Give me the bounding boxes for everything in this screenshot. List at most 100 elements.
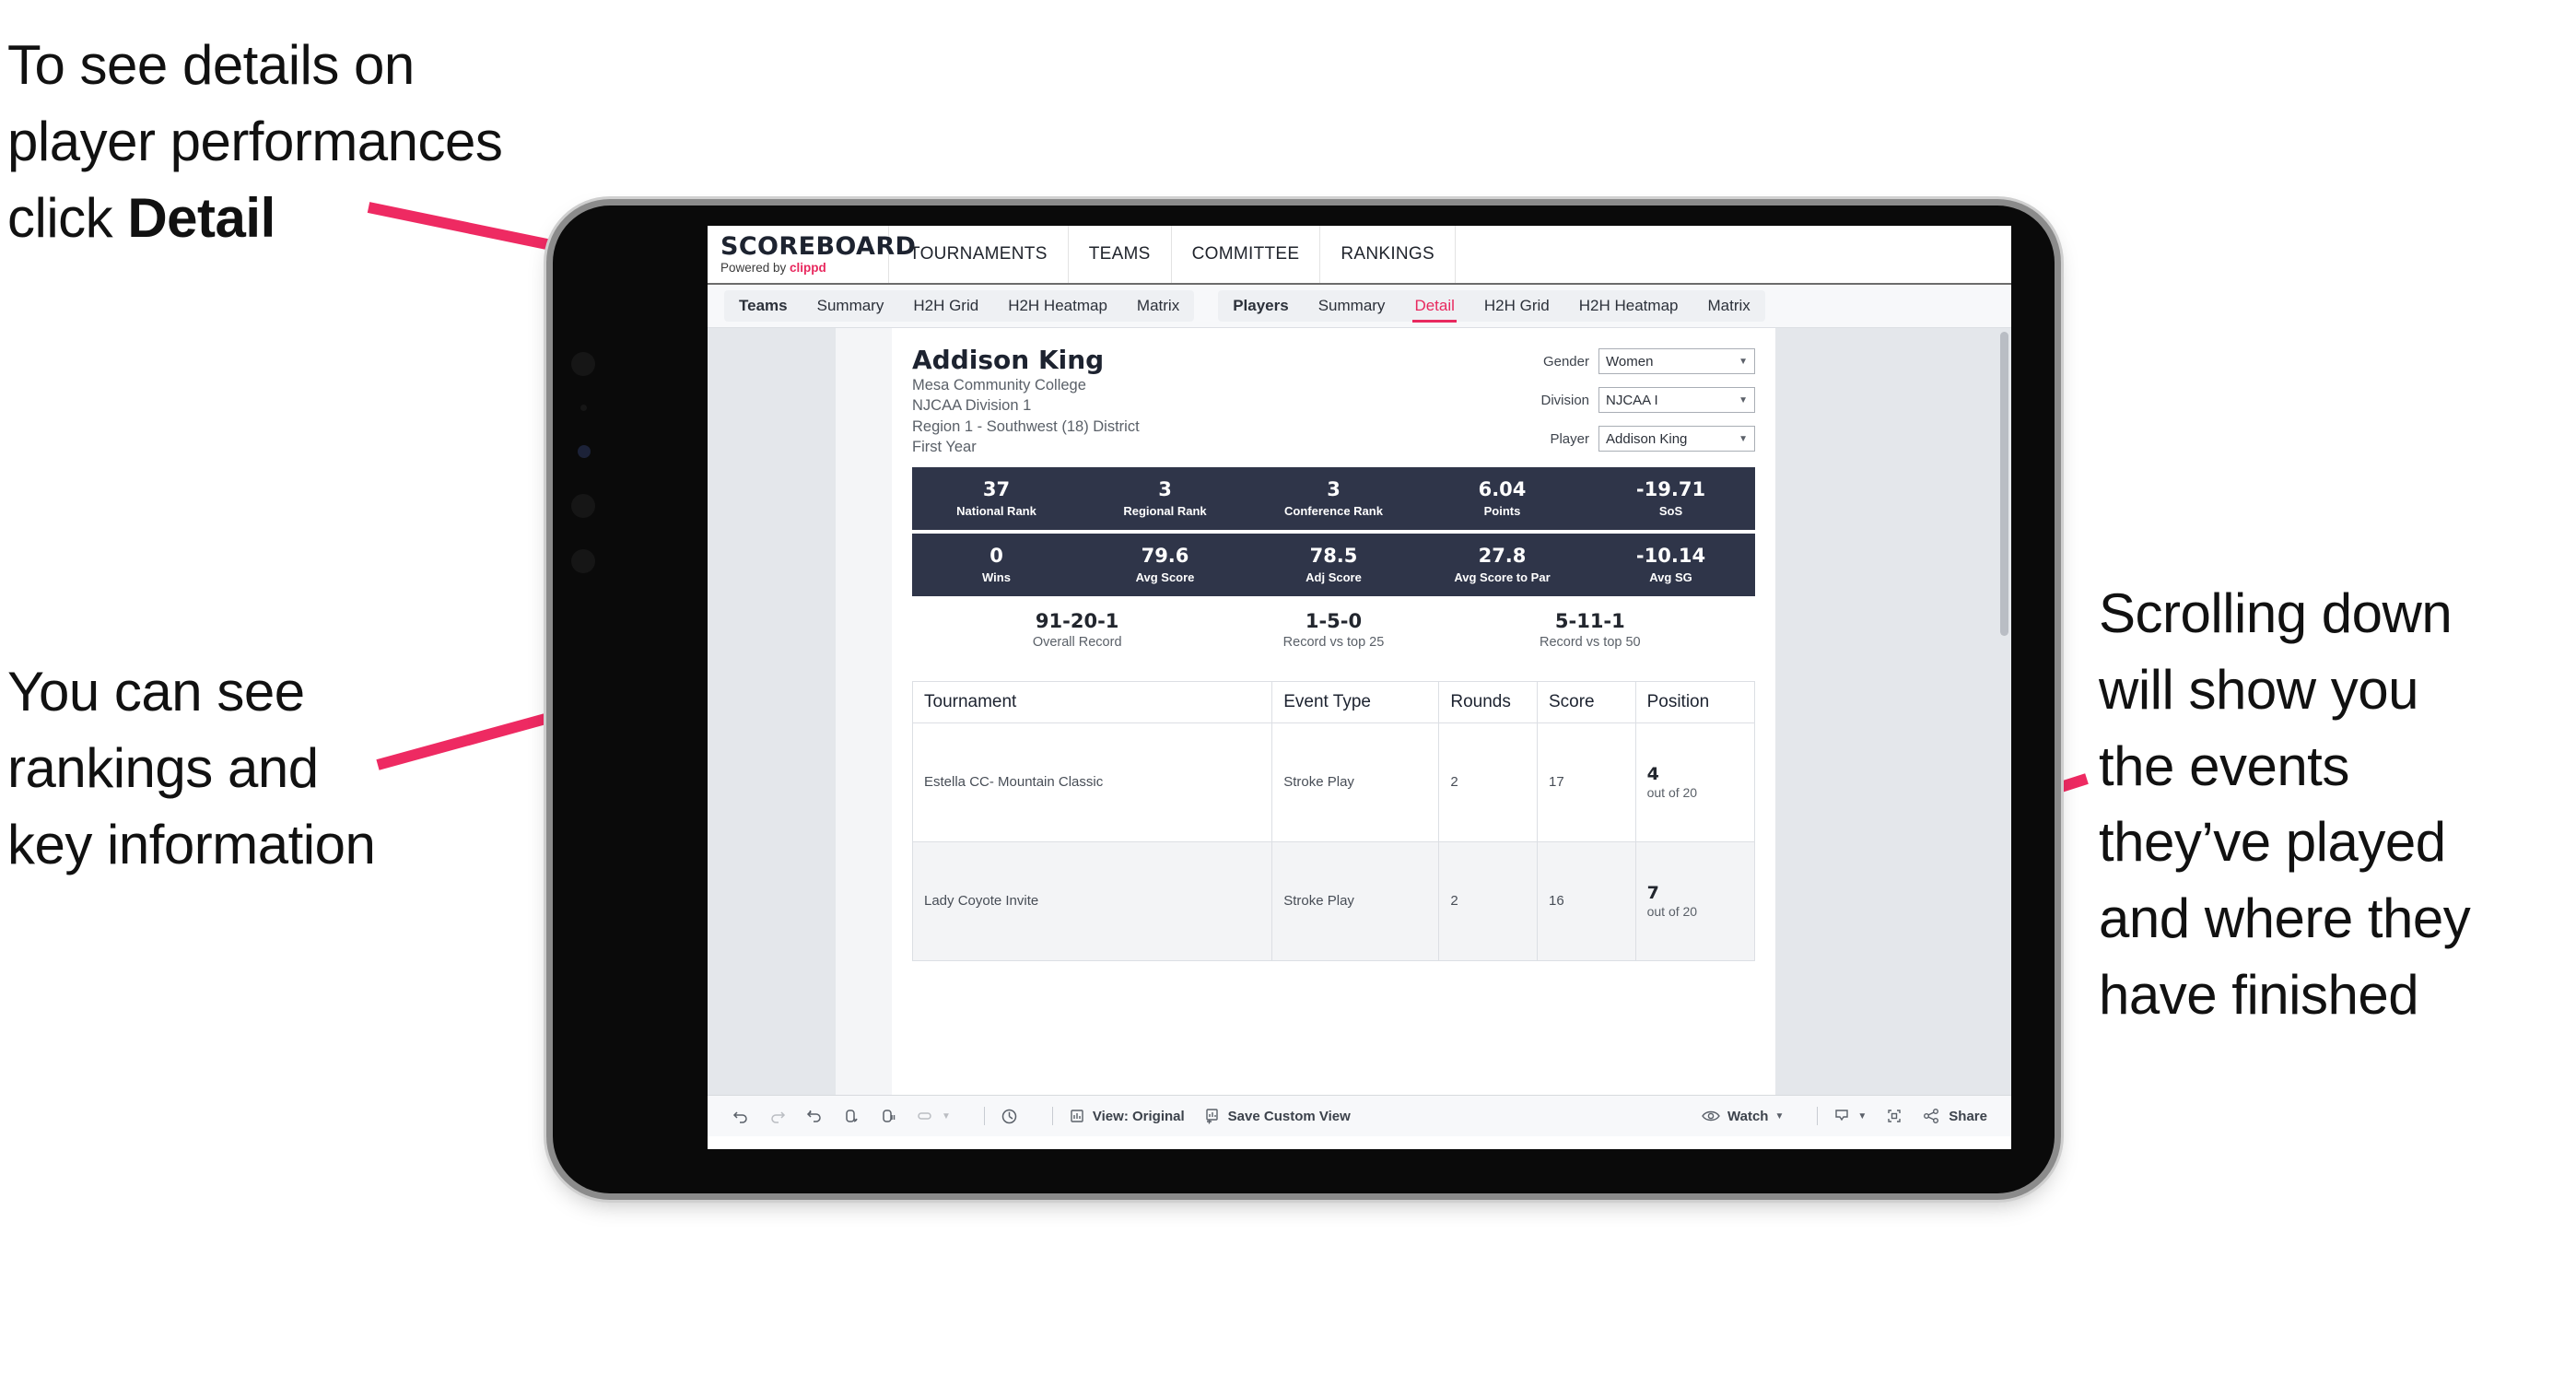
stat-value: -19.71	[1635, 477, 1706, 500]
stat-wins: 0 Wins	[912, 544, 1081, 584]
position-rank: 7	[1646, 882, 1659, 903]
cell-score: 16	[1536, 840, 1636, 961]
tab-players-detail[interactable]: Detail	[1399, 290, 1469, 323]
undo-button[interactable]	[732, 1107, 750, 1125]
app-body: Addison King Mesa Community College NJCA…	[708, 328, 2011, 1095]
chevron-down-icon: ▼	[1739, 394, 1748, 405]
speaker-dot-icon	[571, 494, 595, 518]
view-icon	[1071, 1110, 1083, 1122]
events-table: Tournament Event Type Rounds Score Posit…	[911, 680, 1756, 961]
column-header-position[interactable]: Position	[1634, 680, 1756, 723]
fullscreen-button[interactable]	[1885, 1107, 1903, 1125]
tab-players-h2h-grid[interactable]: H2H Grid	[1469, 290, 1564, 322]
player-select-value: Addison King	[1606, 430, 1688, 447]
toolbar-divider	[1817, 1107, 1819, 1125]
stat-value: 37	[982, 477, 1011, 500]
stat-value: 27.8	[1478, 544, 1527, 567]
stat-label: Avg Score	[1135, 570, 1195, 584]
tab-teams-h2h-grid[interactable]: H2H Grid	[898, 290, 993, 322]
annotation-detail: To see details on player performances cl…	[7, 28, 652, 256]
stat-label: Conference Rank	[1284, 503, 1383, 518]
revert-button[interactable]	[805, 1107, 824, 1125]
stat-avg-score: 79.6 Avg Score	[1081, 544, 1249, 584]
tab-players-h2h-heatmap[interactable]: H2H Heatmap	[1564, 290, 1693, 322]
stat-national-rank: 37 National Rank	[912, 477, 1081, 518]
vertical-scrollbar[interactable]	[2000, 332, 2008, 636]
cell-tournament: Lady Coyote Invite	[911, 840, 1273, 961]
pause-button[interactable]	[879, 1107, 897, 1125]
download-icon	[1835, 1110, 1849, 1122]
division-select-value: NJCAA I	[1606, 392, 1658, 408]
topnav-committee[interactable]: COMMITTEE	[1172, 226, 1321, 283]
cell-tournament: Estella CC- Mountain Classic	[911, 722, 1273, 842]
cell-rounds: 2	[1438, 722, 1538, 842]
position-out-of: out of 20	[1646, 784, 1698, 800]
watch-button[interactable]: Watch ▼	[1701, 1107, 1784, 1125]
tab-players-summary[interactable]: Summary	[1304, 290, 1400, 322]
column-header-rounds[interactable]: Rounds	[1438, 680, 1538, 723]
topnav-teams[interactable]: TEAMS	[1069, 226, 1172, 283]
tab-teams[interactable]: Teams	[724, 290, 802, 322]
highlight-button[interactable]: ▼	[916, 1107, 951, 1125]
share-label: Share	[1949, 1108, 1987, 1124]
player-detail-card: Addison King Mesa Community College NJCA…	[892, 328, 1775, 1095]
pause-auto-update-button[interactable]	[1000, 1107, 1019, 1126]
record-label: Record vs top 25	[1282, 634, 1385, 650]
tab-players[interactable]: Players	[1218, 290, 1304, 322]
chevron-down-icon: ▼	[1857, 1110, 1868, 1122]
tablet-device-frame: SCOREBOARD Powered by clippd TOURNAMENTS…	[553, 206, 2055, 1193]
cell-event-type: Stroke Play	[1271, 722, 1440, 842]
tab-teams-matrix[interactable]: Matrix	[1122, 290, 1194, 322]
gender-select-value: Women	[1606, 353, 1654, 370]
save-custom-view-button[interactable]: Save Custom View	[1203, 1107, 1351, 1125]
stat-sos: -19.71 SoS	[1587, 477, 1755, 518]
redo-button[interactable]	[768, 1107, 787, 1125]
stat-value: 3	[1327, 477, 1341, 500]
column-header-tournament[interactable]: Tournament	[911, 680, 1273, 723]
column-header-score[interactable]: Score	[1536, 680, 1636, 723]
fullscreen-icon	[1888, 1110, 1901, 1122]
tab-teams-h2h-heatmap[interactable]: H2H Heatmap	[993, 290, 1122, 322]
stat-avg-sg: -10.14 Avg SG	[1587, 545, 1755, 584]
gender-select[interactable]: Women ▼	[1598, 348, 1755, 374]
download-button[interactable]: ▼	[1832, 1107, 1867, 1125]
camera-icon	[578, 445, 591, 458]
stat-avg-score-to-par: 27.8 Avg Score to Par	[1418, 544, 1587, 584]
topnav-rankings[interactable]: RANKINGS	[1320, 226, 1456, 283]
stat-label: Points	[1483, 503, 1521, 518]
view-original-label: View: Original	[1092, 1108, 1185, 1124]
cell-event-type: Stroke Play	[1271, 840, 1440, 961]
column-header-event-type[interactable]: Event Type	[1271, 680, 1440, 723]
chevron-down-icon: ▼	[1739, 433, 1748, 444]
table-row[interactable]: Estella CC- Mountain Classic Stroke Play…	[911, 722, 1756, 842]
stat-label: SoS	[1658, 503, 1683, 518]
record-label: Record vs top 50	[1540, 634, 1641, 650]
table-row[interactable]: Lady Coyote Invite Stroke Play 2 16 7 ou…	[911, 840, 1756, 961]
toolbar-divider	[983, 1107, 985, 1125]
brand-subtitle: Powered by clippd	[720, 262, 888, 275]
clock-icon	[1001, 1109, 1017, 1123]
stats-bar-secondary: 0 Wins 79.6 Avg Score 78.5 Adj Score 27.…	[912, 533, 1755, 596]
redo-icon	[771, 1111, 786, 1123]
stat-points: 6.04 Points	[1418, 478, 1587, 518]
tab-players-matrix[interactable]: Matrix	[1692, 290, 1764, 322]
record-vs-top-25: 1-5-0 Record vs top 25	[1205, 610, 1461, 650]
topnav-tournaments[interactable]: TOURNAMENTS	[889, 226, 1069, 283]
player-select[interactable]: Addison King ▼	[1598, 426, 1755, 452]
tab-teams-summary[interactable]: Summary	[802, 290, 899, 322]
stat-value: 79.6	[1141, 544, 1189, 567]
speaker-dot-icon	[571, 352, 595, 376]
brand-logo[interactable]: SCOREBOARD Powered by clippd	[708, 226, 916, 283]
toolbar-divider	[1051, 1107, 1053, 1125]
brand-powered-prefix: Powered by	[720, 261, 790, 276]
stat-label: Wins	[982, 570, 1011, 584]
dashboard-sheet: Addison King Mesa Community College NJCA…	[836, 328, 1775, 1095]
refresh-button[interactable]	[842, 1107, 861, 1125]
share-button[interactable]: Share	[1922, 1107, 1987, 1125]
division-select[interactable]: NJCAA I ▼	[1598, 387, 1755, 413]
filter-panel: Gender Women ▼ Division NJCAA I ▼ Player…	[1511, 348, 1755, 464]
view-original-button[interactable]: View: Original	[1068, 1107, 1185, 1125]
stat-value: 0	[989, 544, 1003, 567]
position-rank: 4	[1646, 763, 1659, 784]
refresh-icon	[846, 1110, 858, 1122]
